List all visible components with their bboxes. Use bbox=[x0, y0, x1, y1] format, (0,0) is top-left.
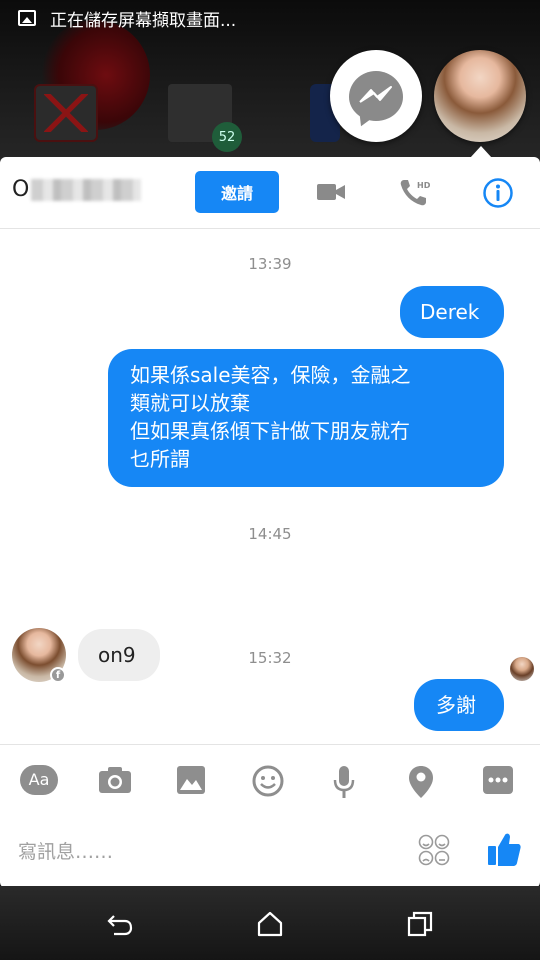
recent-apps-icon[interactable] bbox=[406, 910, 434, 942]
outgoing-message[interactable]: 如果係sale美容，保險，金融之 類就可以放棄 但如果真係傾下計做下朋友就冇 乜… bbox=[108, 349, 504, 487]
message-list[interactable]: 13:39 Derek 如果係sale美容，保險，金融之 類就可以放棄 但如果真… bbox=[0, 229, 540, 743]
message-line: 如果係sale美容，保險，金融之 bbox=[130, 363, 411, 387]
status-bar: 正在儲存屏幕擷取畫面... bbox=[0, 0, 540, 36]
message-composer bbox=[0, 816, 540, 888]
message-text: Derek bbox=[420, 300, 480, 324]
back-icon[interactable] bbox=[106, 910, 134, 942]
facebook-badge-icon: f bbox=[50, 667, 66, 683]
navigation-bar bbox=[0, 900, 540, 950]
stickers-icon[interactable] bbox=[418, 834, 450, 870]
info-icon[interactable] bbox=[482, 177, 514, 213]
timestamp: 13:39 bbox=[248, 255, 292, 273]
microphone-icon[interactable] bbox=[332, 765, 356, 803]
composer-toolbar: Aa bbox=[0, 744, 540, 816]
emoji-icon[interactable] bbox=[252, 765, 284, 801]
home-icon[interactable] bbox=[256, 910, 284, 942]
contact-name-initial: O bbox=[12, 177, 30, 202]
hd-call-icon[interactable]: HD bbox=[398, 177, 431, 213]
notification-text: 正在儲存屏幕擷取畫面... bbox=[50, 10, 237, 31]
location-icon[interactable] bbox=[408, 765, 434, 803]
timestamp: 14:45 bbox=[248, 525, 292, 543]
timestamp: 15:32 bbox=[248, 649, 292, 667]
message-line: 類就可以放棄 bbox=[130, 391, 250, 415]
more-icon[interactable] bbox=[482, 765, 514, 799]
screenshot-image-icon bbox=[18, 10, 36, 26]
text-format-button[interactable]: Aa bbox=[20, 765, 58, 795]
like-thumbs-up-icon[interactable] bbox=[486, 830, 522, 872]
contact-name-blurred bbox=[31, 178, 142, 201]
outgoing-message[interactable]: Derek bbox=[400, 286, 504, 338]
contact-name[interactable]: O bbox=[12, 177, 142, 202]
chat-panel: O 邀請 HD 13:39 Derek 如果係sale美容，保險，金融之 類就可… bbox=[0, 157, 540, 888]
video-camera-icon[interactable] bbox=[316, 177, 346, 211]
camera-icon[interactable] bbox=[98, 765, 132, 799]
chat-header: O 邀請 HD bbox=[0, 157, 540, 229]
outgoing-message[interactable]: 多謝 bbox=[414, 679, 504, 731]
messages-badge: 52 bbox=[212, 122, 242, 152]
messages-app-icon: 52 bbox=[168, 84, 242, 152]
contact-chathead-avatar[interactable] bbox=[434, 50, 526, 142]
message-line: 但如果真係傾下計做下朋友就冇 bbox=[130, 419, 410, 443]
invite-button[interactable]: 邀請 bbox=[195, 171, 279, 213]
svg-text:HD: HD bbox=[417, 181, 430, 190]
message-line: 乜所謂 bbox=[130, 447, 190, 471]
gmail-app-icon bbox=[34, 84, 98, 142]
messenger-icon bbox=[349, 71, 403, 121]
messenger-chathead[interactable] bbox=[330, 50, 422, 142]
message-text: 多謝 bbox=[436, 693, 476, 717]
message-input[interactable] bbox=[18, 836, 398, 868]
gallery-icon[interactable] bbox=[176, 765, 206, 799]
